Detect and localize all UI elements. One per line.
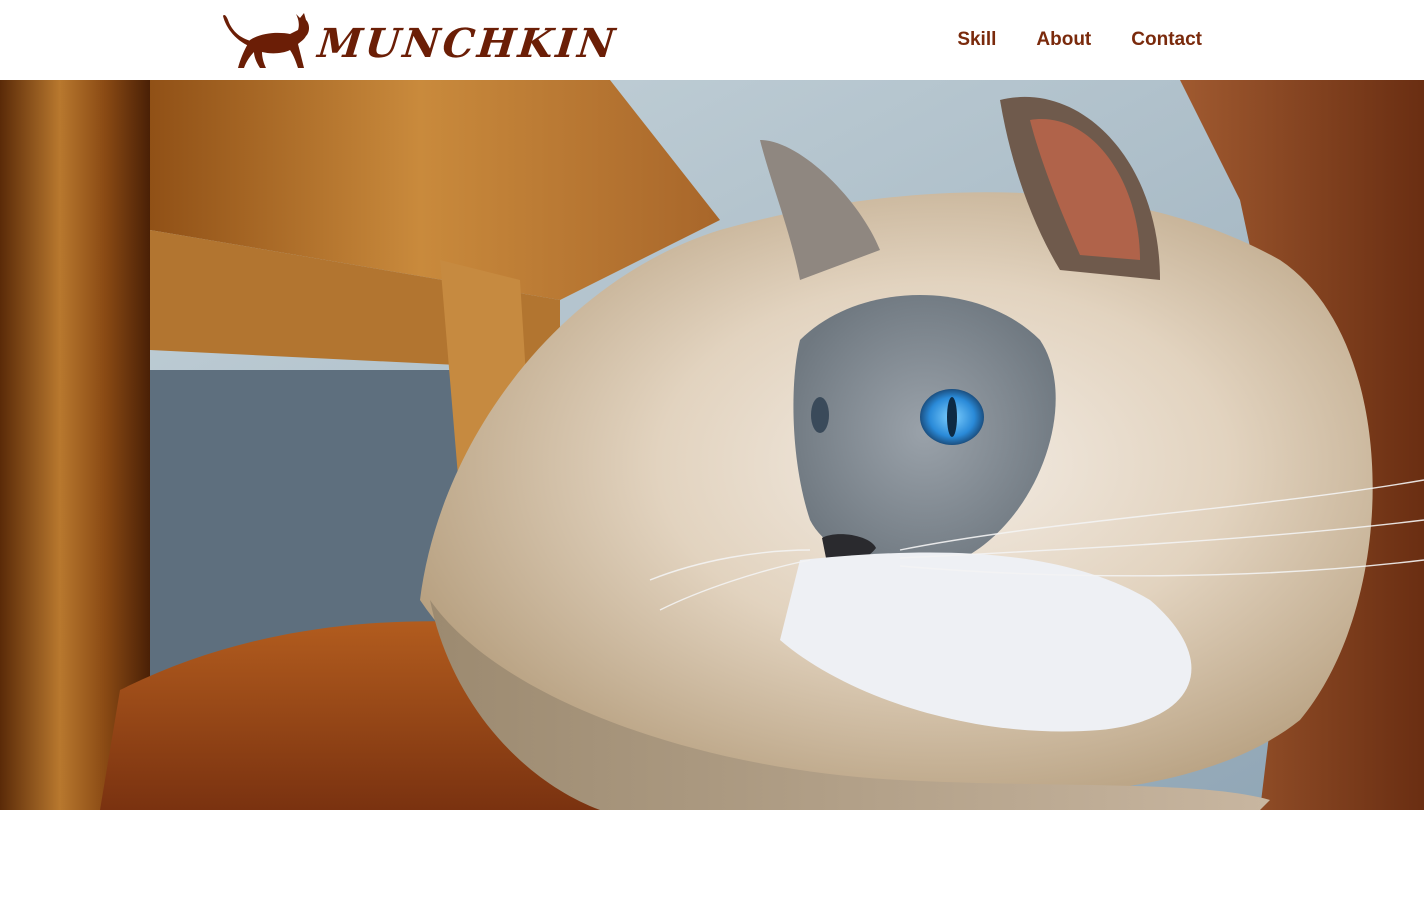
site-header: MUNCHKIN Skill About Contact xyxy=(0,0,1424,80)
nav-item-about[interactable]: About xyxy=(1036,27,1091,53)
logo-link[interactable]: MUNCHKIN xyxy=(222,10,620,72)
nav-item-skill[interactable]: Skill xyxy=(957,27,996,53)
logo-wordmark: MUNCHKIN xyxy=(315,20,620,67)
nav-item-contact[interactable]: Contact xyxy=(1131,27,1202,53)
cat-photo xyxy=(0,80,1424,810)
main-nav: Skill About Contact xyxy=(957,27,1202,53)
hero-image xyxy=(0,80,1424,810)
cat-silhouette-icon xyxy=(223,13,309,68)
